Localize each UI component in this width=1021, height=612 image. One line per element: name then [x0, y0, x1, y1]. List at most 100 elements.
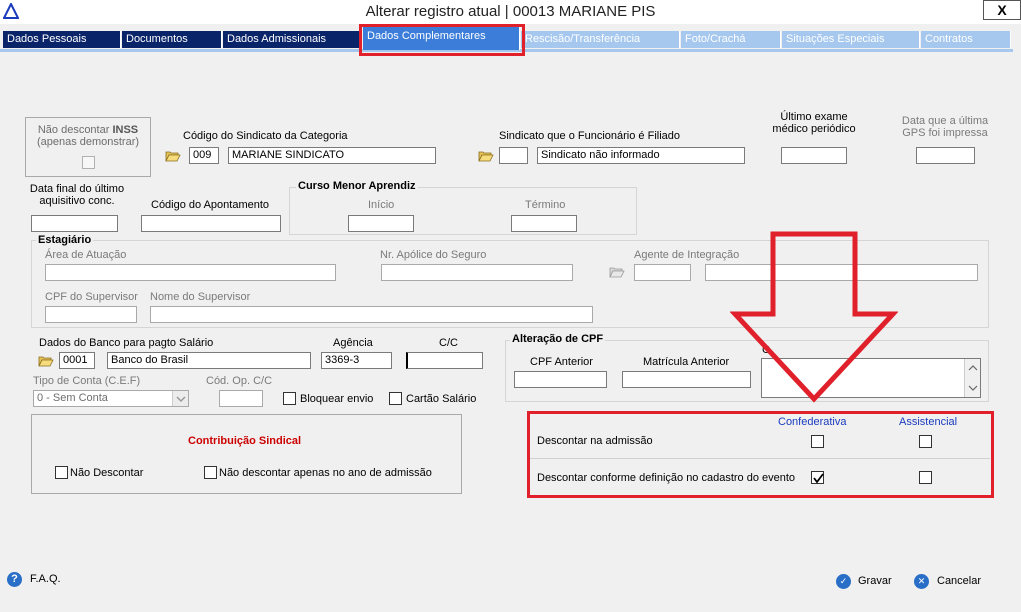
col-confederativa: Confederativa — [778, 416, 847, 428]
matricula-anterior-label: Matrícula Anterior — [643, 356, 730, 368]
cod-op-input[interactable] — [219, 390, 263, 407]
contribuicao-sindical-title: Contribuição Sindical — [188, 435, 302, 447]
termino-input[interactable] — [511, 215, 577, 232]
save-icon[interactable]: ✓ — [836, 574, 851, 589]
nao-desc-admissao-checkbox[interactable] — [204, 466, 217, 479]
cancelar-button[interactable]: Cancelar — [937, 575, 981, 587]
cartao-salario-checkbox[interactable] — [389, 392, 402, 405]
col-assistencial: Assistencial — [899, 416, 958, 428]
inicio-input[interactable] — [348, 215, 414, 232]
bloquear-envio-checkbox[interactable] — [283, 392, 296, 405]
agencia-label: Agência — [333, 337, 373, 349]
folder-open-icon[interactable] — [38, 354, 54, 367]
area-atuacao-label: Área de Atuação — [45, 249, 127, 261]
gps-input[interactable] — [916, 147, 975, 164]
tab-situacoes-especiais[interactable]: Situações Especiais — [782, 31, 920, 48]
checkmark-icon — [813, 473, 824, 484]
nao-descontar-label: Não Descontar — [70, 467, 144, 479]
tab-contratos[interactable]: Contratos — [921, 31, 1011, 48]
inss-sublabel: (apenas demonstrar) — [36, 136, 140, 148]
ultimo-exame-input[interactable] — [781, 147, 847, 164]
tab-rescisao-transferencia[interactable]: Rescisão/Transferência — [521, 31, 680, 48]
banco-code-input[interactable]: 0001 — [59, 352, 95, 369]
tab-label: Dados Pessoais — [7, 33, 87, 45]
estagiario-title: Estagiário — [36, 234, 94, 246]
sindicato-filiado-label: Sindicato que o Funcionário é Filiado — [499, 130, 681, 142]
row1-assistencial-checkbox[interactable] — [919, 435, 932, 448]
termino-label: Término — [525, 199, 566, 211]
cpf-supervisor-input[interactable] — [45, 306, 137, 323]
apolice-input[interactable] — [381, 264, 573, 281]
data-final-label: Data final do último aquisitivo conc. — [29, 183, 125, 207]
inss-label-text: Não descontar — [37, 124, 113, 136]
tab-label: Documentos — [126, 33, 188, 45]
menor-aprendiz-group — [289, 187, 637, 235]
inss-bold: INSS — [112, 124, 139, 136]
banco-label: Dados do Banco para pagto Salário — [39, 337, 214, 349]
inss-checkbox[interactable] — [82, 156, 95, 169]
cc-label: C/C — [439, 337, 458, 349]
arrow-down-icon — [730, 231, 898, 403]
tab-label: Dados Complementares — [367, 30, 486, 42]
window-title: Alterar registro atual | 00013 MARIANE P… — [365, 3, 656, 20]
tab-dados-complementares[interactable]: Dados Complementares — [363, 27, 520, 50]
chevron-down-icon[interactable] — [172, 391, 188, 406]
cod-op-label: Cód. Op. C/C — [206, 375, 273, 387]
ultimo-exame-label: Último exame médico periódico — [772, 111, 856, 135]
cpf-supervisor-label: CPF do Supervisor — [45, 291, 138, 303]
menor-aprendiz-title: Curso Menor Aprendiz — [296, 180, 418, 192]
descontar-evento-label: Descontar conforme definição no cadastro… — [537, 472, 796, 484]
bloquear-envio-label: Bloquear envio — [300, 393, 374, 405]
sindicato-categoria-code[interactable]: 009 — [189, 147, 219, 164]
tab-documentos[interactable]: Documentos — [122, 31, 222, 48]
apolice-label: Nr. Apólice do Seguro — [380, 249, 487, 261]
tab-dados-pessoais[interactable]: Dados Pessoais — [3, 31, 121, 48]
area-atuacao-input[interactable] — [45, 264, 336, 281]
agencia-input[interactable]: 3369-3 — [321, 352, 392, 369]
folder-open-icon[interactable] — [478, 149, 494, 162]
inss-label: Não descontar INSS (apenas demonstrar) — [26, 124, 150, 148]
divider — [530, 458, 990, 459]
tipo-conta-label: Tipo de Conta (C.E.F) — [33, 375, 141, 387]
sindicato-filiado-code[interactable] — [499, 147, 528, 164]
gravar-button[interactable]: Gravar — [858, 575, 892, 587]
cartao-salario-label: Cartão Salário — [406, 393, 477, 405]
alteracao-cpf-title: Alteração de CPF — [510, 333, 606, 345]
tab-dados-admissionais[interactable]: Dados Admissionais — [223, 31, 361, 48]
folder-open-icon[interactable] — [609, 265, 625, 278]
folder-open-icon[interactable] — [165, 149, 181, 162]
cpf-anterior-input[interactable] — [514, 371, 607, 388]
faq-link[interactable]: F.A.Q. — [30, 573, 61, 585]
row1-confederativa-checkbox[interactable] — [811, 435, 824, 448]
nao-descontar-checkbox[interactable] — [55, 466, 68, 479]
close-button[interactable]: X — [983, 0, 1021, 20]
tipo-conta-select[interactable]: 0 - Sem Conta — [33, 390, 189, 407]
inicio-label: Início — [368, 199, 395, 211]
tab-label: Contratos — [925, 33, 973, 45]
tab-label: Foto/Crachá — [685, 33, 746, 45]
cc-input[interactable] — [406, 352, 483, 369]
inss-box: Não descontar INSS (apenas demonstrar) — [25, 117, 151, 177]
nome-supervisor-label: Nome do Supervisor — [150, 291, 251, 303]
banco-name-input[interactable]: Banco do Brasil — [107, 352, 311, 369]
apontamento-input[interactable] — [141, 215, 281, 232]
tab-foto-cracha[interactable]: Foto/Crachá — [681, 31, 781, 48]
agente-code-input[interactable] — [634, 264, 691, 281]
row2-confederativa-checkbox[interactable] — [811, 471, 824, 484]
cancel-icon[interactable]: ✕ — [914, 574, 929, 589]
chevron-down-icon — [176, 396, 186, 403]
descontar-admissao-label: Descontar na admissão — [537, 435, 653, 447]
row2-assistencial-checkbox[interactable] — [919, 471, 932, 484]
sindicato-categoria-name[interactable]: MARIANE SINDICATO — [228, 147, 436, 164]
help-icon[interactable]: ? — [7, 572, 22, 587]
gps-label: Data que a última GPS foi impressa — [901, 115, 989, 139]
agente-label: Agente de Integração — [634, 249, 740, 261]
nome-supervisor-input[interactable] — [150, 306, 593, 323]
sindicato-categoria-label: Código do Sindicato da Categoria — [183, 130, 348, 142]
tab-label: Rescisão/Transferência — [525, 33, 641, 45]
scrollbar[interactable] — [964, 359, 980, 397]
data-final-input[interactable] — [31, 215, 118, 232]
title-bar: Alterar registro atual | 00013 MARIANE P… — [0, 0, 1021, 24]
nao-desc-admissao-label: Não descontar apenas no ano de admissão — [219, 467, 432, 479]
sindicato-filiado-name[interactable]: Sindicato não informado — [537, 147, 745, 164]
